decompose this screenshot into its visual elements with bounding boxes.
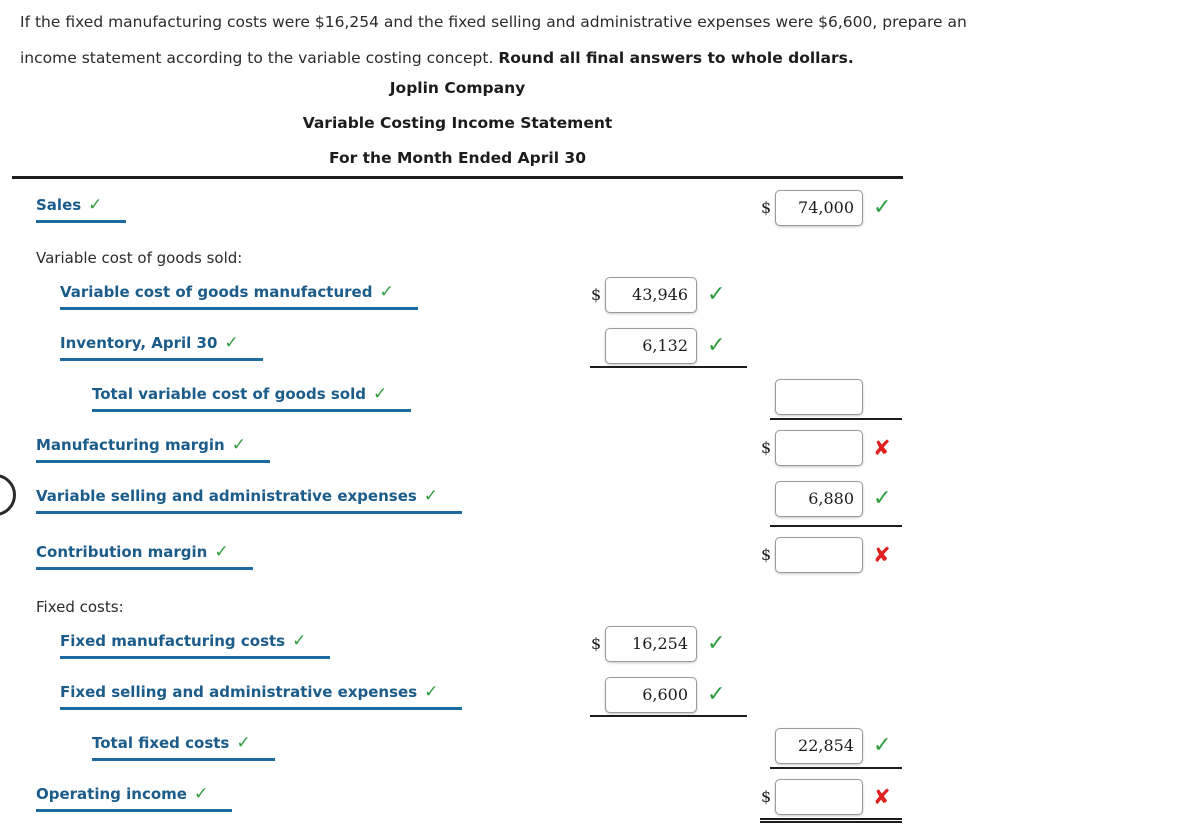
amount-input-variable-selling-and-administrative-expenses[interactable]: 6,880 xyxy=(775,481,863,517)
problem-prompt: If the fixed manufacturing costs were $1… xyxy=(20,4,1200,76)
account-label-text: Total fixed costs xyxy=(92,734,230,752)
account-label-text: Operating income xyxy=(36,785,187,803)
account-label-text: Fixed selling and administrative expense… xyxy=(60,683,418,701)
edge-circle-button[interactable] xyxy=(0,474,16,516)
final-double-rule-operating xyxy=(760,818,902,823)
label-check-icon: ✓ xyxy=(372,384,388,404)
caption-variable-cost-of-goods-sold-caption: Variable cost of goods sold: xyxy=(36,249,243,267)
account-label-text: Manufacturing margin xyxy=(36,436,225,454)
dollar-sign-manufacturing-margin: $ xyxy=(761,438,772,457)
amount-input-contribution-margin[interactable] xyxy=(775,537,863,573)
amount-input-total-fixed-costs[interactable]: 22,854 xyxy=(775,728,863,764)
label-check-icon: ✓ xyxy=(88,195,103,215)
prompt-line-1: If the fixed manufacturing costs were $1… xyxy=(20,13,967,31)
correct-check-icon-total-fixed-costs: ✓ xyxy=(873,733,892,758)
account-label-text: Total variable cost of goods sold xyxy=(92,385,366,403)
subtotal-rule-fixed-costs xyxy=(590,715,747,717)
amount-input-variable-cost-of-goods-manufactured[interactable]: 43,946 xyxy=(605,277,697,313)
account-label-text: Sales xyxy=(36,196,82,214)
subtotal-rule-total-variable xyxy=(770,418,902,420)
label-check-icon: ✓ xyxy=(231,435,246,455)
account-label-sales[interactable]: Sales ✓ xyxy=(36,195,127,223)
subtotal-rule-contribution xyxy=(770,525,902,527)
correct-check-icon-variable-selling-and-administrative-expenses: ✓ xyxy=(873,486,892,511)
label-check-icon: ✓ xyxy=(424,682,439,702)
amount-input-sales[interactable]: 74,000 xyxy=(775,190,863,226)
incorrect-cross-icon-operating-income: ✘ xyxy=(873,785,891,809)
account-label-text: Variable cost of goods manufactured xyxy=(60,283,373,301)
label-check-icon: ✓ xyxy=(193,784,209,804)
statement-company-name: Joplin Company xyxy=(389,79,526,97)
account-label-text: Inventory, April 30 xyxy=(60,334,218,352)
dollar-sign-operating-income: $ xyxy=(761,787,772,806)
prompt-emphasis: Round all final answers to whole dollars… xyxy=(498,49,854,67)
account-label-fixed-manufacturing-costs[interactable]: Fixed manufacturing costs ✓ xyxy=(60,631,331,659)
label-check-icon: ✓ xyxy=(423,486,439,506)
correct-check-icon-variable-cost-of-goods-manufactured: ✓ xyxy=(707,282,726,307)
dollar-sign-sales: $ xyxy=(761,198,772,217)
amount-input-total-variable-cost-of-goods-sold[interactable] xyxy=(775,379,863,415)
statement-header-rule xyxy=(12,176,903,179)
correct-check-icon-sales: ✓ xyxy=(873,195,892,220)
account-label-operating-income[interactable]: Operating income ✓ xyxy=(36,784,233,812)
caption-fixed-costs-caption: Fixed costs: xyxy=(36,598,124,616)
account-label-total-variable-cost-of-goods-sold[interactable]: Total variable cost of goods sold ✓ xyxy=(92,384,412,412)
statement-period: For the Month Ended April 30 xyxy=(329,149,586,167)
amount-input-manufacturing-margin[interactable] xyxy=(775,430,863,466)
label-check-icon: ✓ xyxy=(214,542,229,562)
label-check-icon: ✓ xyxy=(236,733,251,753)
account-label-total-fixed-costs[interactable]: Total fixed costs ✓ xyxy=(92,734,275,761)
statement-title: Variable Costing Income Statement xyxy=(302,114,613,132)
dollar-sign-fixed-manufacturing-costs: $ xyxy=(591,634,602,653)
amount-input-inventory-april-30[interactable]: 6,132 xyxy=(605,328,697,364)
account-label-inventory-april-30[interactable]: Inventory, April 30 ✓ xyxy=(60,334,263,361)
subtotal-rule-total-fixed xyxy=(770,767,902,769)
account-label-fixed-selling-and-administrative-expenses[interactable]: Fixed selling and administrative expense… xyxy=(60,682,463,710)
account-label-manufacturing-margin[interactable]: Manufacturing margin ✓ xyxy=(36,436,270,463)
worksheet-page: If the fixed manufacturing costs were $1… xyxy=(0,0,1200,835)
prompt-line-2-text: income statement according to the variab… xyxy=(20,49,499,67)
account-label-contribution-margin[interactable]: Contribution margin ✓ xyxy=(36,543,253,570)
account-label-variable-selling-and-administrative-expenses[interactable]: Variable selling and administrative expe… xyxy=(36,486,463,514)
label-check-icon: ✓ xyxy=(292,631,307,651)
account-label-text: Variable selling and administrative expe… xyxy=(36,487,417,505)
label-check-icon: ✓ xyxy=(379,282,394,302)
subtotal-rule-variable-cogs xyxy=(590,366,747,368)
dollar-sign-variable-cost-of-goods-manufactured: $ xyxy=(591,285,602,304)
label-check-icon: ✓ xyxy=(224,333,239,353)
correct-check-icon-fixed-manufacturing-costs: ✓ xyxy=(707,631,726,656)
dollar-sign-contribution-margin: $ xyxy=(761,545,772,564)
account-label-text: Fixed manufacturing costs xyxy=(60,632,286,650)
amount-input-fixed-selling-and-administrative-expenses[interactable]: 6,600 xyxy=(605,677,697,713)
incorrect-cross-icon-contribution-margin: ✘ xyxy=(873,543,891,567)
account-label-text: Contribution margin xyxy=(36,543,208,561)
amount-input-operating-income[interactable] xyxy=(775,779,863,815)
amount-input-fixed-manufacturing-costs[interactable]: 16,254 xyxy=(605,626,697,662)
correct-check-icon-fixed-selling-and-administrative-expenses: ✓ xyxy=(707,682,726,707)
prompt-line-2: income statement according to the variab… xyxy=(20,40,1200,76)
correct-check-icon-inventory-april-30: ✓ xyxy=(707,333,726,358)
incorrect-cross-icon-manufacturing-margin: ✘ xyxy=(873,436,891,460)
account-label-variable-cost-of-goods-manufactured[interactable]: Variable cost of goods manufactured ✓ xyxy=(60,283,418,310)
